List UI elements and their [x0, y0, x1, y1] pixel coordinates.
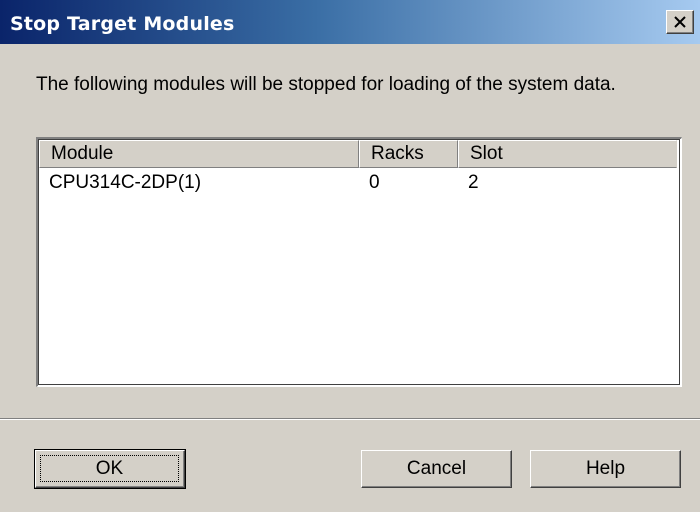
cancel-button[interactable]: Cancel	[361, 450, 512, 488]
help-button[interactable]: Help	[530, 450, 681, 488]
column-header-module[interactable]: Module	[39, 140, 359, 168]
table-row[interactable]: CPU314C-2DP(1) 0 2	[39, 171, 677, 195]
dialog-title: Stop Target Modules	[10, 13, 235, 35]
module-cell: CPU314C-2DP(1)	[49, 172, 202, 193]
separator-line	[0, 418, 700, 420]
title-bar[interactable]: Stop Target Modules	[0, 0, 700, 44]
close-icon	[674, 16, 686, 28]
ok-button[interactable]: OK	[34, 449, 186, 489]
close-button[interactable]	[666, 10, 694, 34]
info-message: The following modules will be stopped fo…	[36, 74, 616, 95]
column-header-racks[interactable]: Racks	[359, 140, 458, 168]
modules-list[interactable]: Module Racks Slot CPU314C-2DP(1) 0 2	[36, 137, 682, 387]
column-header-slot[interactable]: Slot	[458, 140, 677, 168]
stop-target-modules-dialog: Stop Target Modules The following module…	[0, 0, 700, 512]
list-header: Module Racks Slot	[39, 140, 677, 168]
racks-cell: 0	[369, 172, 380, 193]
slot-cell: 2	[468, 172, 479, 193]
ok-button-label: OK	[40, 455, 179, 482]
